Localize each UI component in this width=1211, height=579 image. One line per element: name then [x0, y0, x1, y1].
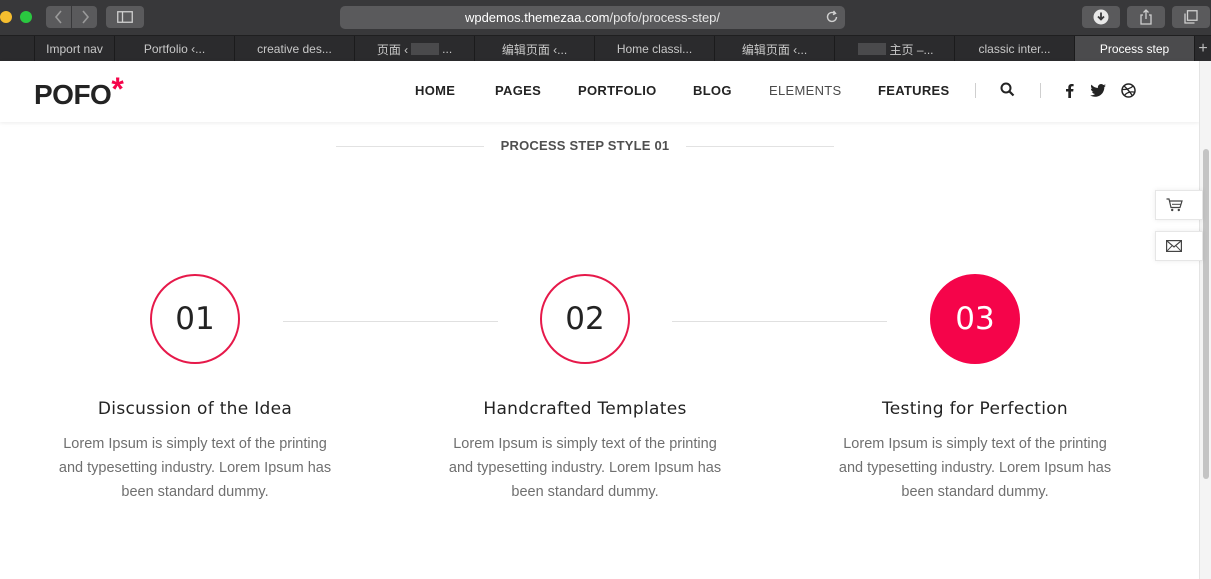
nav-home[interactable]: HOME: [415, 83, 455, 98]
redacted-text: [411, 43, 440, 55]
tab-label-suffix: ...: [442, 42, 453, 56]
cart-button[interactable]: [1155, 190, 1203, 220]
tab-overview-button[interactable]: [1172, 6, 1210, 28]
nav-elements[interactable]: ELEMENTS: [769, 83, 841, 98]
tab-label: Import nav: [46, 42, 103, 56]
tab-creative-design[interactable]: creative des...: [234, 36, 354, 62]
url-path: /pofo/process-step/: [609, 10, 721, 25]
step-number-circle: 01: [150, 274, 240, 364]
mail-icon: [1166, 240, 1182, 252]
cart-icon: [1166, 198, 1183, 212]
download-icon: [1093, 9, 1109, 25]
divider: [1040, 83, 1041, 98]
step-number-circle: 02: [540, 274, 630, 364]
sidebar-icon: [117, 11, 133, 23]
description-line: Lorem Ipsum is simply text of the printi…: [63, 436, 327, 452]
step-description: Lorem Ipsum is simply text of the printi…: [45, 432, 345, 504]
tab-label: 主页 –...: [889, 42, 934, 57]
tab-edit-page-2[interactable]: 编辑页面 ‹...: [714, 36, 834, 62]
tab-page[interactable]: 页面 ‹...: [354, 36, 474, 62]
step-number-circle-active: 03: [930, 274, 1020, 364]
browser-toolbar: wpdemos.themezaa.com/pofo/process-step/: [0, 0, 1211, 35]
tab-label: Home classi...: [616, 42, 693, 56]
tab-classic-interactive[interactable]: classic inter...: [954, 36, 1074, 62]
zoom-window-button[interactable]: [20, 11, 32, 23]
nav-features[interactable]: FEATURES: [878, 83, 950, 98]
description-line: been standard dummy.: [511, 484, 659, 500]
nav-blog[interactable]: BLOG: [693, 83, 732, 98]
chevron-right-icon: [81, 10, 89, 24]
step-description: Lorem Ipsum is simply text of the printi…: [435, 432, 735, 504]
tab-edit-page-1[interactable]: 编辑页面 ‹...: [474, 36, 594, 62]
description-line: Lorem Ipsum is simply text of the printi…: [453, 436, 717, 452]
search-icon[interactable]: [1000, 82, 1015, 97]
nav-pages[interactable]: PAGES: [495, 83, 541, 98]
twitter-icon[interactable]: [1090, 84, 1106, 97]
step-title: Discussion of the Idea: [97, 399, 293, 419]
description-line: and typesetting industry. Lorem Ipsum ha…: [448, 460, 722, 476]
step-title: Testing for Perfection: [882, 399, 1068, 419]
contact-button[interactable]: [1155, 231, 1203, 261]
step-title: Handcrafted Templates: [483, 399, 687, 419]
description-line: been standard dummy.: [121, 484, 269, 500]
sidebar-toggle-button[interactable]: [106, 6, 144, 28]
tab-label: 编辑页面 ‹...: [501, 42, 568, 57]
address-bar[interactable]: wpdemos.themezaa.com/pofo/process-step/: [340, 6, 845, 29]
redacted-text: [858, 43, 887, 55]
site-header: POFO* HOME PAGES PORTFOLIO BLOG ELEMENTS…: [0, 61, 1199, 122]
tab-label: creative des...: [257, 42, 332, 56]
nav-portfolio[interactable]: PORTFOLIO: [578, 83, 657, 98]
tab-home-page[interactable]: 主页 –...: [834, 36, 954, 62]
forward-button[interactable]: [72, 6, 97, 28]
description-line: and typesetting industry. Lorem Ipsum ha…: [58, 460, 332, 476]
page-scrollbar[interactable]: [1199, 61, 1211, 579]
tab-label: Process step: [1099, 42, 1170, 56]
tab-home-classic[interactable]: Home classi...: [594, 36, 714, 62]
logo-text: POFO: [34, 79, 112, 110]
tab-portfolio[interactable]: Portfolio ‹...: [114, 36, 234, 62]
step-connector: [283, 321, 498, 322]
tab-import-nav[interactable]: Import nav: [34, 36, 114, 62]
site-logo[interactable]: POFO*: [34, 71, 124, 112]
description-line: and typesetting industry. Lorem Ipsum ha…: [838, 460, 1112, 476]
divider: [975, 83, 976, 98]
url-domain: wpdemos.themezaa.com: [464, 10, 610, 25]
tab-label: Portfolio ‹...: [143, 42, 206, 56]
section-heading: PROCESS STEP STYLE 01: [336, 137, 834, 155]
tab-label-prefix: 页面 ‹: [376, 42, 409, 57]
facebook-icon[interactable]: [1065, 83, 1074, 98]
minimize-window-button[interactable]: [0, 11, 12, 23]
tabs-icon: [1184, 10, 1198, 24]
logo-mark: *: [111, 71, 124, 107]
tab-label: classic inter...: [978, 42, 1051, 56]
reload-icon[interactable]: [825, 10, 839, 24]
description-line: Lorem Ipsum is simply text of the printi…: [843, 436, 1107, 452]
step-connector: [672, 321, 887, 322]
dribbble-icon[interactable]: [1121, 83, 1136, 98]
chevron-left-icon: [54, 10, 62, 24]
tab-bar: Import nav Portfolio ‹... creative des..…: [0, 35, 1211, 62]
tab-label: 编辑页面 ‹...: [741, 42, 808, 57]
share-icon: [1140, 9, 1152, 25]
back-button[interactable]: [46, 6, 71, 28]
share-button[interactable]: [1127, 6, 1165, 28]
tab-process-step[interactable]: Process step: [1074, 36, 1194, 62]
step-description: Lorem Ipsum is simply text of the printi…: [825, 432, 1125, 504]
new-tab-button[interactable]: +: [1194, 36, 1211, 62]
scrollbar-thumb[interactable]: [1203, 149, 1209, 479]
downloads-button[interactable]: [1082, 6, 1120, 28]
section-title: PROCESS STEP STYLE 01: [500, 138, 670, 153]
description-line: been standard dummy.: [901, 484, 1049, 500]
